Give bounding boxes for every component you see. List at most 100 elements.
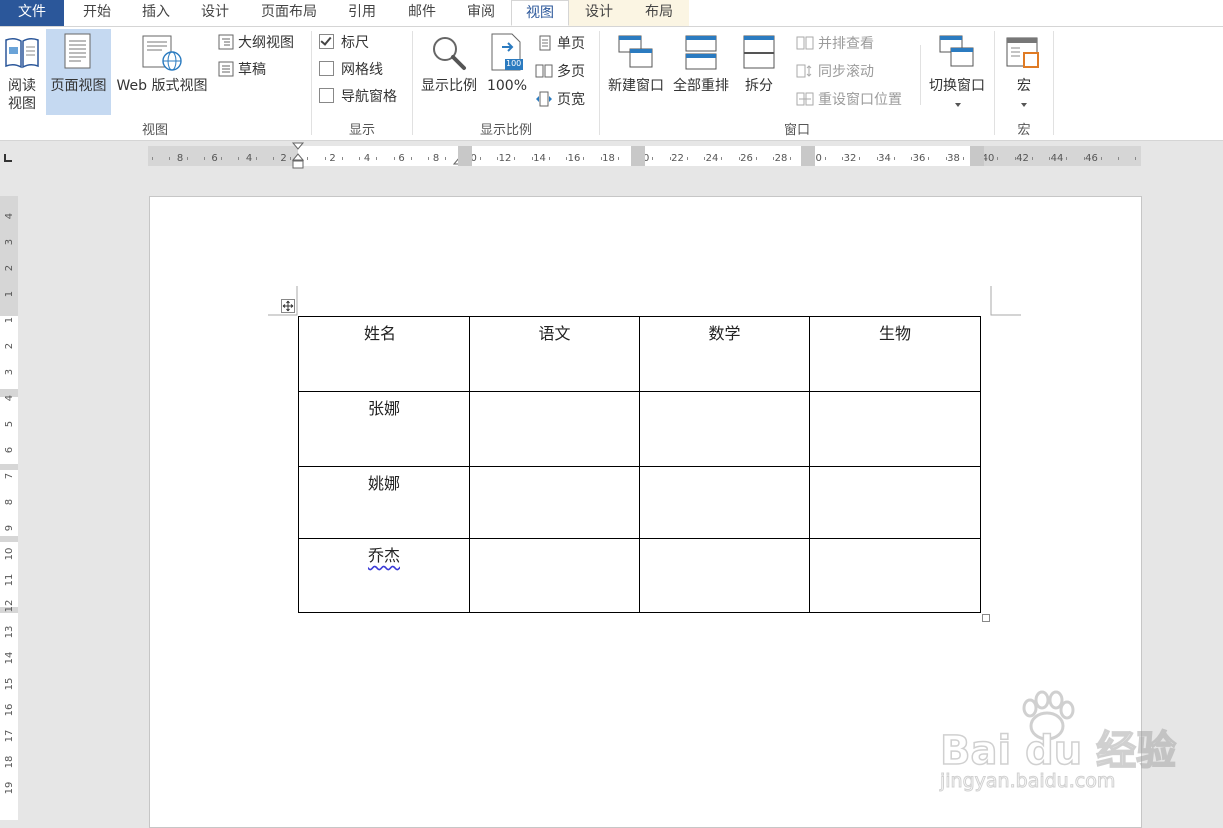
multiple-pages-button[interactable]: 多页 (535, 62, 585, 82)
ruler-number: 24 (705, 153, 719, 164)
table-cell[interactable] (639, 538, 810, 613)
macros-icon (1006, 37, 1039, 68)
ruler-tick (824, 157, 826, 160)
ruler-tick (1118, 157, 1119, 160)
print-layout-button[interactable]: 页面视图 (46, 29, 111, 115)
vertical-ruler[interactable]: 4 3 2 1 1 2 3 4 5 6 7 8 9 10 11 12 13 14 15 16 17 18 19 (0, 196, 18, 820)
outline-button[interactable]: 大纲视图 (218, 33, 294, 53)
column-marker[interactable] (801, 146, 815, 166)
arrange-all-button[interactable]: 全部重排 (669, 29, 733, 115)
table-cell[interactable] (639, 391, 810, 467)
table-cell[interactable]: 姚娜 (298, 466, 470, 539)
ruler-tick (393, 157, 395, 160)
column-marker[interactable] (631, 146, 645, 166)
nav-pane-checkbox[interactable]: 导航窗格 (319, 87, 397, 107)
ruler-tick (1083, 157, 1085, 160)
print-layout-label: 页面视图 (50, 78, 107, 94)
tab-table-design[interactable]: 设计 (569, 0, 629, 26)
ruler-tick (169, 157, 171, 160)
ruler-tick (410, 157, 412, 160)
ruler-tick (704, 157, 705, 160)
column-marker[interactable] (458, 146, 472, 166)
tab-file[interactable]: 文件 (0, 0, 64, 26)
tab-view[interactable]: 视图 (511, 0, 569, 26)
sync-scroll-label: 同步滚动 (818, 64, 874, 80)
switch-windows-button[interactable]: 切换窗口 (924, 29, 990, 115)
new-window-icon (618, 35, 653, 68)
ruler-tick (686, 157, 688, 160)
ruler-tick (755, 157, 757, 160)
sync-scroll-button[interactable]: 同步滚动 (796, 62, 874, 82)
table-cell[interactable]: 生物 (809, 316, 981, 392)
table-cell[interactable]: 张娜 (298, 391, 470, 467)
ruler-tick (186, 157, 188, 160)
tab-page-layout[interactable]: 页面布局 (248, 0, 330, 26)
ruler-tick (221, 157, 222, 160)
ruler-tick (203, 157, 205, 160)
multiple-pages-label: 多页 (557, 64, 585, 80)
vertical-ruler-number: 2 (4, 342, 15, 350)
document-table[interactable]: 姓名 语文 数学 生物 张娜 姚娜 乔杰 (298, 316, 981, 613)
table-cell[interactable]: 语文 (469, 316, 640, 392)
table-resize-handle[interactable] (982, 614, 990, 622)
zoom-100-button[interactable]: 100 100% (484, 29, 530, 115)
tab-selector[interactable] (0, 146, 22, 168)
table-cell[interactable] (639, 466, 810, 539)
table-cell[interactable] (469, 391, 640, 467)
table-row: 张娜 (298, 391, 981, 467)
ruler-tick (600, 157, 602, 160)
split-button[interactable]: 拆分 (737, 29, 781, 115)
table-cell[interactable] (809, 466, 981, 539)
indent-marker-icon[interactable] (291, 142, 305, 174)
one-page-icon (539, 35, 551, 51)
table-cell[interactable]: 乔杰 (298, 538, 470, 613)
one-page-button[interactable]: 单页 (537, 34, 585, 54)
switch-windows-label: 切换窗口 (929, 78, 985, 94)
tab-references[interactable]: 引用 (332, 0, 392, 26)
header-cell-text: 数学 (708, 324, 741, 343)
table-cell[interactable] (469, 466, 640, 539)
reset-window-position-button[interactable]: 重设窗口位置 (796, 90, 902, 110)
column-marker[interactable] (970, 146, 984, 166)
tab-design[interactable]: 设计 (184, 0, 246, 26)
switch-windows-icon (939, 35, 974, 67)
ruler-number: 14 (533, 153, 546, 164)
vertical-ruler-number: 9 (4, 524, 15, 532)
ruler-tick (652, 157, 654, 160)
side-by-side-button[interactable]: 并排查看 (796, 34, 874, 54)
tab-home[interactable]: 开始 (66, 0, 128, 26)
ruler-tick (531, 157, 533, 160)
tab-review[interactable]: 审阅 (452, 0, 510, 26)
chevron-down-icon (1021, 103, 1027, 107)
table-cell[interactable] (809, 391, 981, 467)
table-cell[interactable]: 数学 (639, 316, 810, 392)
new-window-button[interactable]: 新建窗口 (604, 29, 668, 115)
page-width-button[interactable]: 页宽 (535, 90, 585, 110)
vertical-ruler-number: 8 (4, 498, 15, 506)
row-marker[interactable] (0, 536, 18, 542)
tab-insert[interactable]: 插入 (126, 0, 186, 26)
vertical-ruler-number: 6 (4, 446, 15, 454)
web-layout-button[interactable]: Web 版式视图 (112, 29, 212, 115)
split-icon (743, 35, 775, 69)
tab-mailings[interactable]: 邮件 (392, 0, 452, 26)
watermark-url: jingyan.baidu.com (939, 770, 1116, 793)
draft-button[interactable]: 草稿 (218, 60, 266, 80)
table-move-handle[interactable] (281, 299, 295, 313)
table-cell[interactable] (469, 538, 640, 613)
table-cell[interactable]: 姓名 (298, 316, 470, 392)
table-cell[interactable] (809, 538, 981, 613)
zoom-button[interactable]: 显示比例 (417, 29, 481, 115)
vertical-ruler-number: 14 (4, 651, 15, 665)
read-mode-button[interactable]: 阅读 视图 (0, 29, 44, 115)
gridlines-checkbox[interactable]: 网格线 (319, 60, 383, 80)
ruler-tick (566, 157, 567, 160)
horizontal-ruler[interactable]: 8642246810121416182022242628303234363840… (148, 142, 1141, 169)
cell-text (470, 467, 639, 470)
ruler-tick (341, 157, 343, 160)
cell-text (640, 392, 809, 395)
ruler-checkbox[interactable]: 标尺 (319, 33, 369, 53)
tab-table-layout[interactable]: 布局 (629, 0, 689, 26)
vertical-ruler-number: 4 (4, 394, 15, 402)
macros-button[interactable]: 宏 (1000, 29, 1048, 115)
